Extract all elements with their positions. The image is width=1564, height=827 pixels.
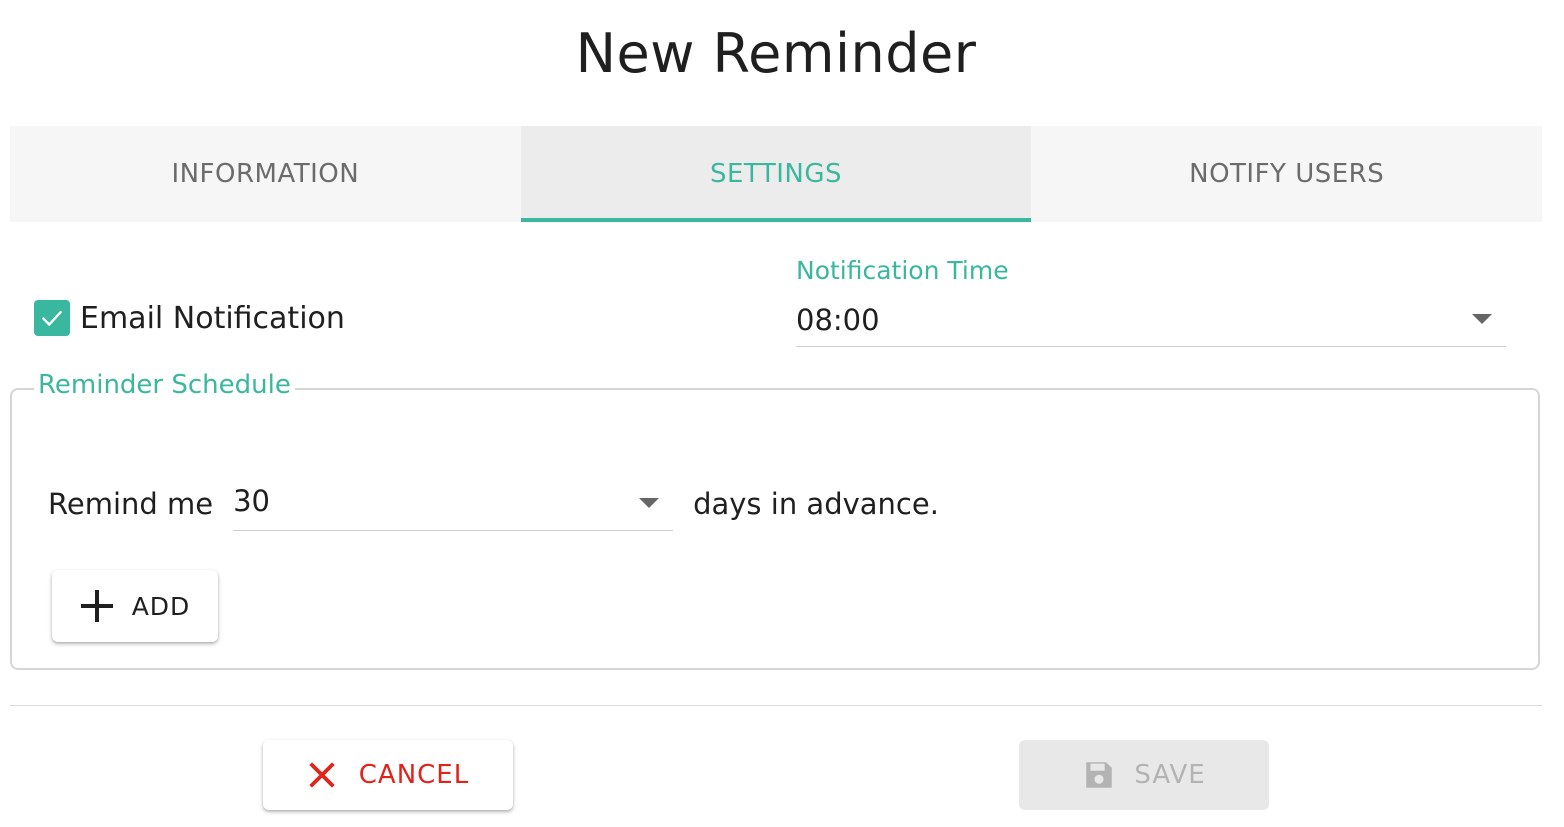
- floppy-disk-icon: [1086, 762, 1113, 788]
- remind-me-label: Remind me: [48, 487, 214, 521]
- email-notification-checkbox[interactable]: [34, 300, 70, 336]
- cancel-button-label: CANCEL: [358, 760, 470, 790]
- tab-bar: INFORMATION SETTINGS NOTIFY USERS: [10, 126, 1542, 222]
- days-in-advance-select[interactable]: 30: [233, 478, 674, 531]
- tab-information[interactable]: INFORMATION: [10, 126, 521, 222]
- add-button[interactable]: ADD: [52, 570, 218, 642]
- plus-icon: [80, 589, 114, 623]
- email-notification-label[interactable]: Email Notification: [80, 301, 345, 336]
- chevron-down-icon[interactable]: [639, 497, 660, 508]
- notification-time-label: Notification Time: [796, 256, 1009, 285]
- dialog-title: New Reminder: [575, 22, 977, 85]
- cancel-button[interactable]: CANCEL: [263, 740, 513, 810]
- reminder-schedule-fieldset: Reminder Schedule Remind me 30 days in a…: [10, 370, 1540, 670]
- notification-time-field[interactable]: 08:00: [796, 300, 1506, 347]
- close-icon: [309, 762, 335, 788]
- check-icon: [42, 310, 62, 326]
- new-reminder-dialog: New Reminder INFORMATION SETTINGS NOTIFY…: [0, 0, 1564, 827]
- reminder-schedule-legend: Reminder Schedule: [34, 370, 295, 400]
- notification-time-select[interactable]: Notification Time 08:00: [796, 256, 1506, 348]
- add-button-label: ADD: [131, 591, 191, 621]
- notification-time-value: 08:00: [796, 303, 880, 337]
- remind-row: Remind me 30 days in advance.: [48, 476, 939, 532]
- tab-notify-users[interactable]: NOTIFY USERS: [1031, 126, 1542, 222]
- save-button-label: SAVE: [1134, 760, 1206, 790]
- tab-settings[interactable]: SETTINGS: [520, 126, 1032, 222]
- days-in-advance-value: 30: [233, 483, 270, 518]
- days-in-advance-label: days in advance.: [693, 487, 939, 521]
- footer-divider: [10, 705, 1542, 706]
- save-button[interactable]: SAVE: [1019, 740, 1269, 810]
- email-notification-row: Email Notification: [34, 300, 345, 336]
- chevron-down-icon[interactable]: [1472, 314, 1492, 324]
